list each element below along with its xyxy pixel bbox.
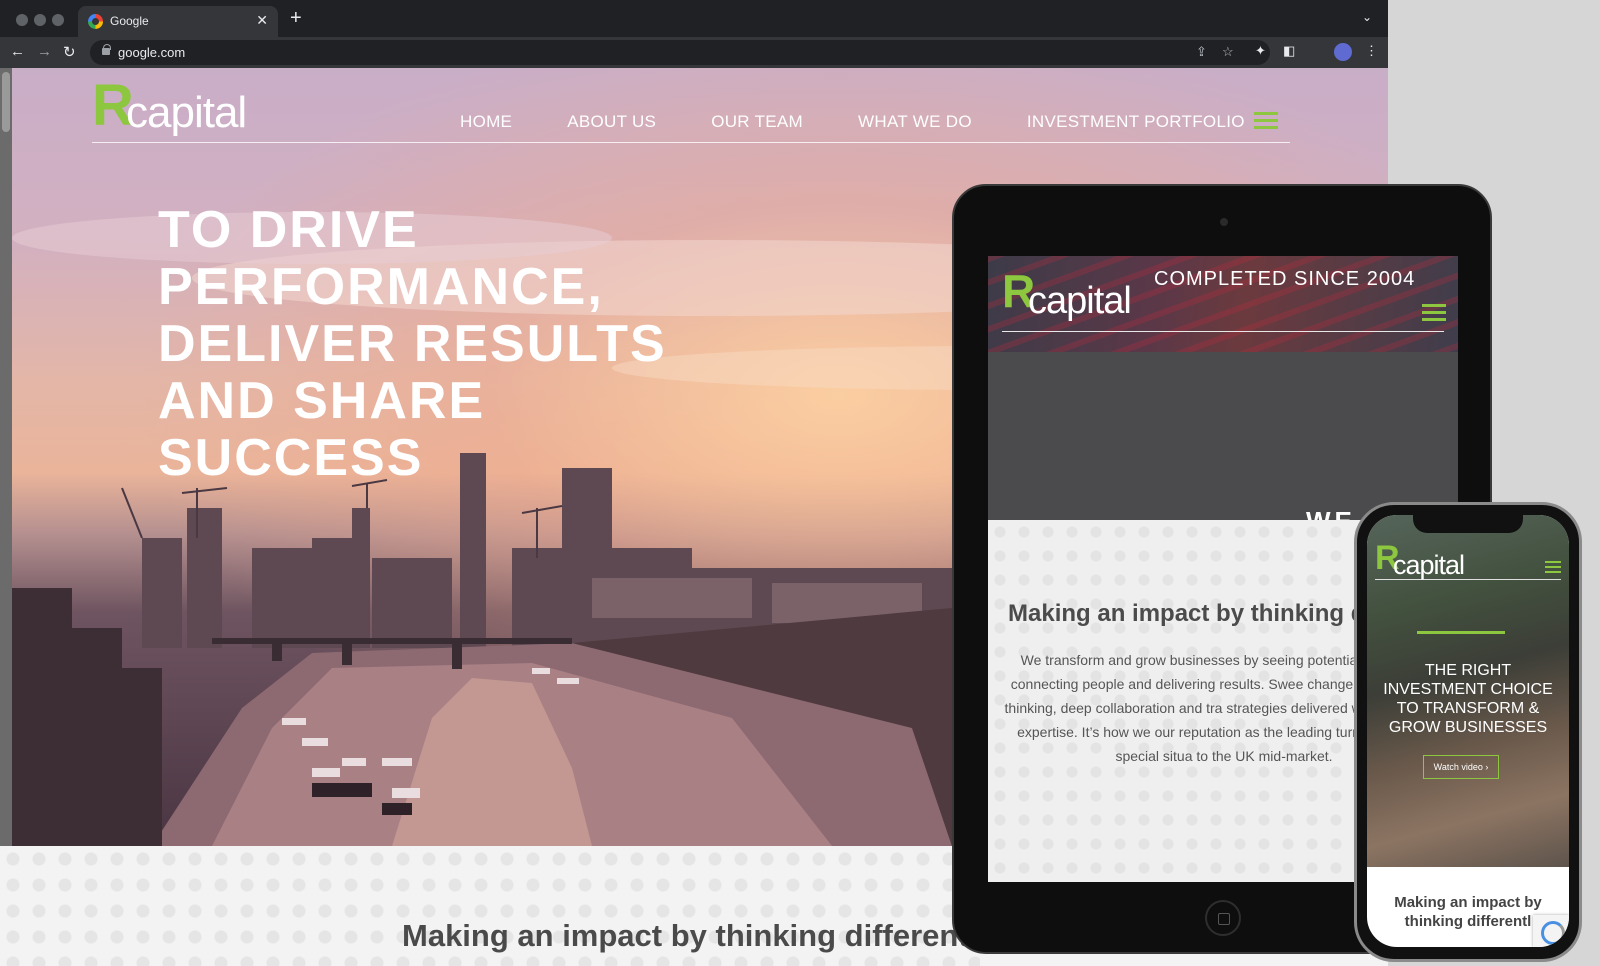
google-favicon-icon bbox=[88, 14, 103, 29]
headline-line: SUCCESS bbox=[158, 429, 424, 487]
scrollbar-thumb[interactable] bbox=[2, 72, 10, 132]
logo-wordmark: capital bbox=[1393, 550, 1465, 580]
hero-headline: TO DRIVE PERFORMANCE, DELIVER RESULTS AN… bbox=[158, 202, 718, 487]
kebab-menu-icon[interactable]: ⋮ bbox=[1365, 43, 1378, 59]
tab-title: Google bbox=[110, 14, 149, 28]
browser-tab[interactable]: Google ✕ bbox=[78, 6, 278, 37]
main-navigation: HOME ABOUT US OUR TEAM WHAT WE DO INVEST… bbox=[460, 112, 1245, 132]
scrollbar[interactable] bbox=[0, 68, 12, 846]
extensions-icon[interactable]: ✦ bbox=[1255, 43, 1266, 59]
nav-our-team[interactable]: OUR TEAM bbox=[711, 112, 803, 132]
hamburger-icon[interactable] bbox=[1422, 304, 1446, 322]
home-button-icon[interactable] bbox=[1205, 900, 1241, 936]
nav-about-us[interactable]: ABOUT US bbox=[567, 112, 656, 132]
headline-line: AND SHARE bbox=[158, 372, 486, 430]
tab-search-icon[interactable]: ⌄ bbox=[1362, 10, 1372, 24]
phone-hero: R capital THE RIGHT INVESTMENT CHOICE TO… bbox=[1367, 515, 1569, 867]
url-text[interactable]: google.com bbox=[118, 45, 185, 60]
phone-screen: R capital THE RIGHT INVESTMENT CHOICE TO… bbox=[1367, 515, 1569, 947]
recaptcha-icon[interactable] bbox=[1533, 915, 1569, 947]
tablet-completed-text: COMPLETED SINCE 2004 bbox=[1154, 268, 1416, 290]
sidepanel-icon[interactable]: ◧ bbox=[1283, 43, 1295, 59]
logo-wordmark: capital bbox=[1028, 280, 1132, 322]
phone-notch bbox=[1413, 515, 1523, 533]
tablet-video-area bbox=[988, 352, 1458, 520]
nav-divider bbox=[92, 142, 1290, 143]
watch-video-button[interactable]: Watch video › bbox=[1423, 755, 1499, 779]
close-window-dot[interactable] bbox=[16, 14, 28, 26]
lock-icon[interactable] bbox=[102, 44, 111, 55]
tablet-heading: Making an impact by thinking dif bbox=[1008, 600, 1381, 627]
star-icon[interactable]: ☆ bbox=[1222, 44, 1234, 60]
reload-button[interactable]: ↻ bbox=[63, 43, 76, 61]
nav-what-we-do[interactable]: WHAT WE DO bbox=[858, 112, 972, 132]
accent-line bbox=[1417, 631, 1505, 634]
headline-line: TO DRIVE bbox=[158, 201, 419, 259]
forward-button[interactable]: → bbox=[37, 43, 52, 60]
logo-wordmark: capital bbox=[126, 88, 247, 137]
profile-avatar[interactable] bbox=[1334, 43, 1352, 61]
new-tab-button[interactable]: + bbox=[290, 7, 302, 30]
nav-investment-portfolio[interactable]: INVESTMENT PORTFOLIO bbox=[1027, 112, 1245, 132]
tablet-nav-divider bbox=[1002, 331, 1444, 332]
section-heading: Making an impact by thinking differently bbox=[402, 918, 995, 953]
share-icon[interactable]: ⇪ bbox=[1196, 44, 1207, 60]
address-bar[interactable]: google.com ⇪ ☆ bbox=[90, 40, 1270, 65]
tab-strip: Google ✕ + ⌄ bbox=[0, 0, 1388, 37]
hamburger-icon[interactable] bbox=[1545, 561, 1561, 573]
headline-line: PERFORMANCE, bbox=[158, 258, 604, 316]
browser-toolbar: ← → ↻ google.com ⇪ ☆ ✦ ◧ ⋮ bbox=[0, 37, 1388, 68]
phone-tagline: THE RIGHT INVESTMENT CHOICE TO TRANSFORM… bbox=[1383, 662, 1553, 736]
headline-line: DELIVER RESULTS bbox=[158, 315, 667, 373]
minimize-window-dot[interactable] bbox=[34, 14, 46, 26]
zoom-window-dot[interactable] bbox=[52, 14, 64, 26]
back-button[interactable]: ← bbox=[10, 43, 25, 60]
nav-home[interactable]: HOME bbox=[460, 112, 512, 132]
hamburger-icon[interactable] bbox=[1254, 112, 1278, 130]
phone-mockup: R capital THE RIGHT INVESTMENT CHOICE TO… bbox=[1354, 502, 1582, 962]
tab-close-icon[interactable]: ✕ bbox=[256, 12, 268, 29]
tablet-camera bbox=[1220, 218, 1228, 226]
